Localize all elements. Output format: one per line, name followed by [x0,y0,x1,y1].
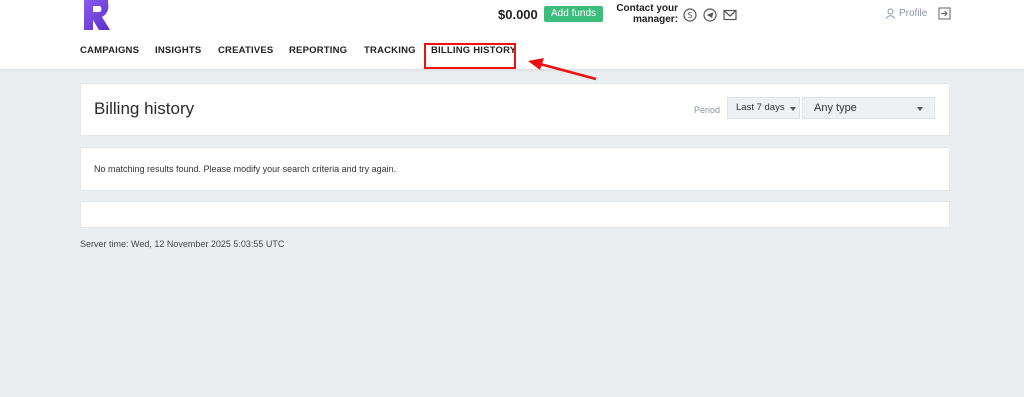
nav-item-campaigns[interactable]: CAMPAIGNS [80,45,139,56]
balance-amount: $0.000 [498,7,538,22]
empty-results-message: No matching results found. Please modify… [94,164,397,174]
user-icon [885,8,896,19]
profile-link[interactable]: Profile [885,8,927,19]
logo-icon[interactable] [82,0,112,32]
add-funds-button[interactable]: Add funds [544,6,604,22]
contact-label-line1: Contact your [616,3,678,14]
profile-label: Profile [899,8,928,19]
mail-icon[interactable] [723,8,737,22]
page-title: Billing history [94,99,195,118]
results-card: No matching results found. Please modify… [80,147,950,191]
contact-manager-label: Contact your manager: [616,3,678,25]
pagination-card [80,201,950,228]
period-dropdown[interactable]: Last 7 days [727,97,800,119]
skype-icon[interactable]: S [683,8,697,22]
highlight-annotation [424,43,516,69]
nav-item-creatives[interactable]: CREATIVES [218,45,273,56]
arrow-annotation-icon [528,58,597,81]
type-value: Any type [814,102,857,114]
nav-item-reporting[interactable]: REPORTING [289,45,347,56]
chevron-down-icon [790,107,796,111]
server-time: Server time: Wed, 12 November 2025 5:03:… [80,239,285,249]
type-dropdown[interactable]: Any type [802,97,935,119]
contact-label-line2: manager: [632,14,678,25]
nav-item-tracking[interactable]: TRACKING [364,45,416,56]
svg-text:S: S [687,11,692,20]
telegram-icon[interactable] [703,8,717,22]
billing-header-card: Billing history Period Last 7 days Any t… [80,83,950,136]
period-value: Last 7 days [736,102,785,113]
logout-icon[interactable] [938,7,951,20]
chevron-down-icon [917,107,923,111]
period-label: Period [694,105,721,115]
nav-item-insights[interactable]: INSIGHTS [155,45,201,56]
